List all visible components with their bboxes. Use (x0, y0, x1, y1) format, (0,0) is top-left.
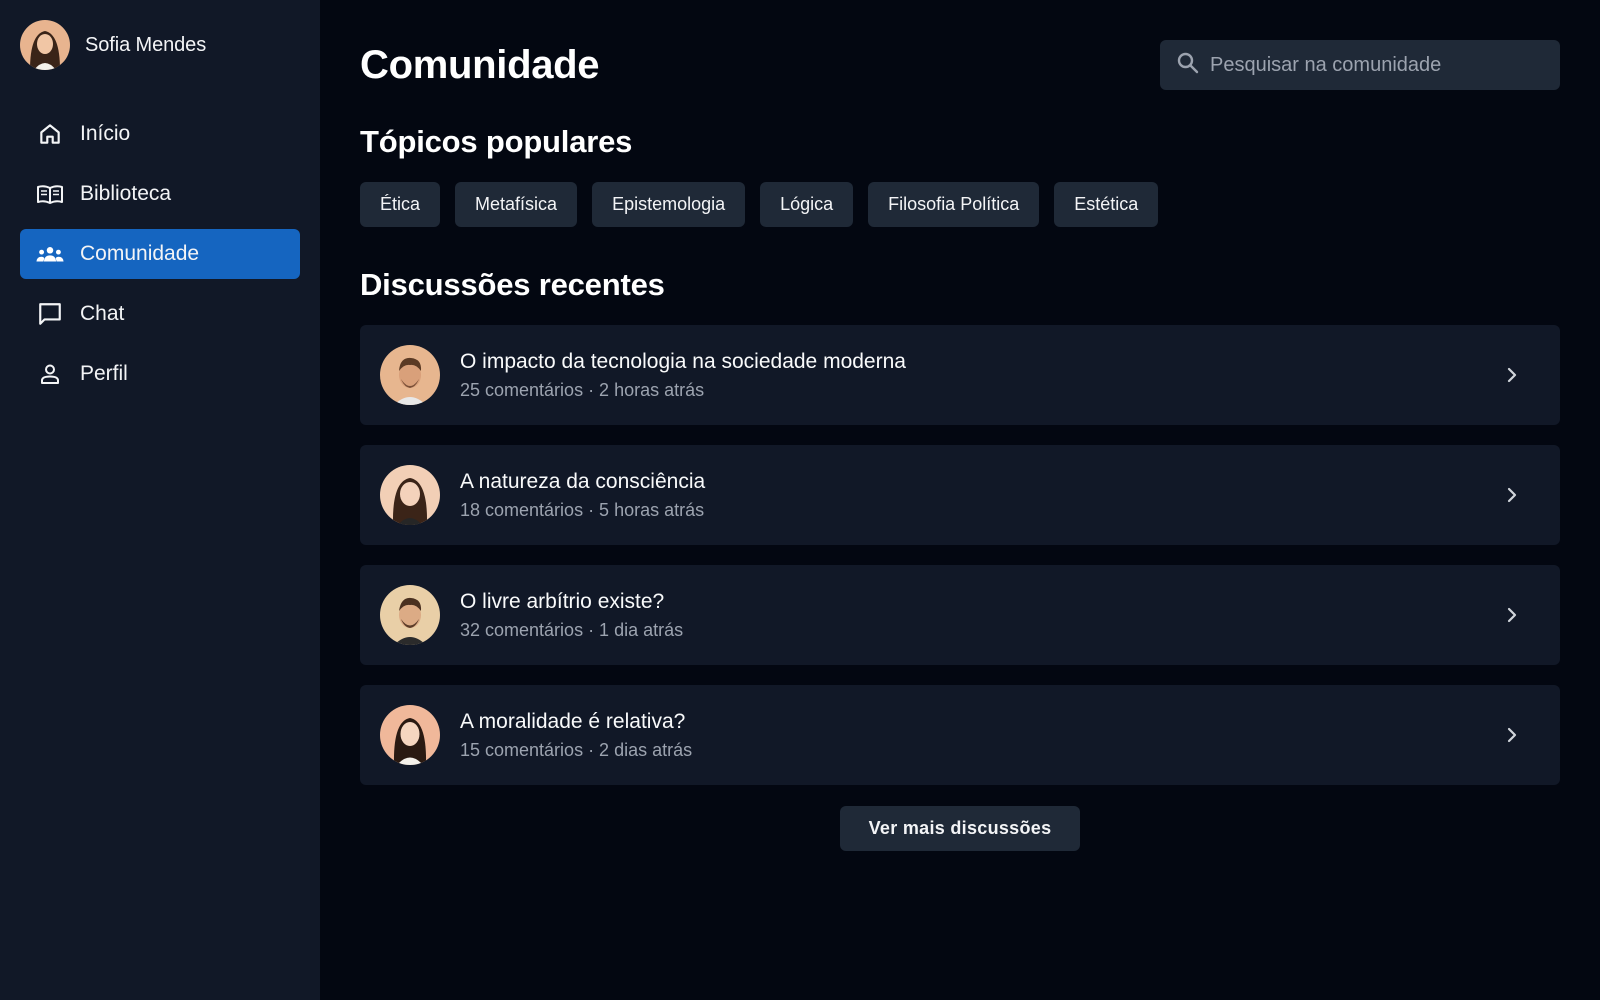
app: Sofia Mendes Início Biblioteca Comunidad… (0, 0, 1600, 1000)
topic-tag[interactable]: Metafísica (455, 182, 578, 227)
sidebar-item-biblioteca[interactable]: Biblioteca (20, 169, 300, 219)
discussion-item[interactable]: O impacto da tecnologia na sociedade mod… (360, 325, 1560, 425)
sidebar-item-comunidade[interactable]: Comunidade (20, 229, 300, 279)
page-title: Comunidade (360, 42, 600, 87)
person-icon (36, 360, 64, 388)
discussion-text: O livre arbítrio existe? 32 comentários … (460, 590, 1500, 641)
more-wrapper: Ver mais discussões (360, 806, 1560, 851)
discussion-text: A moralidade é relativa? 15 comentários … (460, 710, 1500, 761)
user-profile[interactable]: Sofia Mendes (20, 19, 300, 71)
discussion-title: A natureza da consciência (460, 469, 706, 493)
discussion-list: O impacto da tecnologia na sociedade mod… (360, 325, 1560, 785)
avatar (380, 465, 440, 525)
avatar (20, 20, 70, 70)
discussions-title: Discussões recentes (360, 267, 665, 302)
search-icon (1176, 51, 1200, 80)
more-discussions-button[interactable]: Ver mais discussões (839, 806, 1081, 851)
sidebar: Sofia Mendes Início Biblioteca Comunidad… (0, 0, 320, 1000)
topic-tag[interactable]: Lógica (760, 182, 854, 227)
discussion-title: O livre arbítrio existe? (460, 589, 665, 613)
topic-tag[interactable]: Filosofia Política (868, 182, 1040, 227)
chevron-right-icon (1500, 603, 1524, 627)
discussion-text: A natureza da consciência 18 comentários… (460, 470, 1500, 521)
book-icon (36, 180, 64, 208)
discussion-meta: 18 comentários · 5 horas atrás (460, 499, 705, 520)
sidebar-item-label: Comunidade (80, 242, 200, 265)
avatar (380, 345, 440, 405)
topic-tag[interactable]: Epistemologia (592, 182, 746, 227)
chevron-right-icon (1500, 723, 1524, 747)
avatar (380, 705, 440, 765)
sidebar-item-inicio[interactable]: Início (20, 109, 300, 159)
home-icon (36, 120, 64, 148)
sidebar-item-label: Chat (80, 302, 125, 325)
discussion-item[interactable]: A natureza da consciência 18 comentários… (360, 445, 1560, 545)
chevron-right-icon (1500, 363, 1524, 387)
topics-title: Tópicos populares (360, 124, 633, 159)
discussion-title: O impacto da tecnologia na sociedade mod… (460, 349, 906, 373)
main-content: Comunidade Tópicos populares Ética Metaf… (320, 0, 1600, 1000)
search-input[interactable] (1210, 53, 1540, 77)
sidebar-item-label: Biblioteca (80, 182, 172, 205)
sidebar-item-label: Início (80, 122, 131, 145)
user-name: Sofia Mendes (85, 33, 207, 56)
discussion-meta: 25 comentários · 2 horas atrás (460, 379, 705, 400)
discussion-meta: 15 comentários · 2 dias atrás (460, 739, 693, 760)
discussion-text: O impacto da tecnologia na sociedade mod… (460, 350, 1500, 401)
sidebar-item-label: Perfil (80, 362, 128, 385)
topic-tags: Ética Metafísica Epistemologia Lógica Fi… (360, 182, 1560, 227)
avatar (380, 585, 440, 645)
sidebar-nav: Início Biblioteca Comunidade Chat Perfil (20, 109, 300, 399)
discussion-title: A moralidade é relativa? (460, 709, 686, 733)
discussion-item[interactable]: A moralidade é relativa? 15 comentários … (360, 685, 1560, 785)
chevron-right-icon (1500, 483, 1524, 507)
search-box[interactable] (1160, 40, 1560, 90)
page-header: Comunidade (360, 40, 1560, 90)
topic-tag[interactable]: Ética (360, 182, 441, 227)
discussion-meta: 32 comentários · 1 dia atrás (460, 619, 684, 640)
chat-icon (36, 300, 64, 328)
topic-tag[interactable]: Estética (1054, 182, 1159, 227)
discussion-item[interactable]: O livre arbítrio existe? 32 comentários … (360, 565, 1560, 665)
sidebar-item-chat[interactable]: Chat (20, 289, 300, 339)
group-icon (36, 240, 64, 268)
sidebar-item-perfil[interactable]: Perfil (20, 349, 300, 399)
